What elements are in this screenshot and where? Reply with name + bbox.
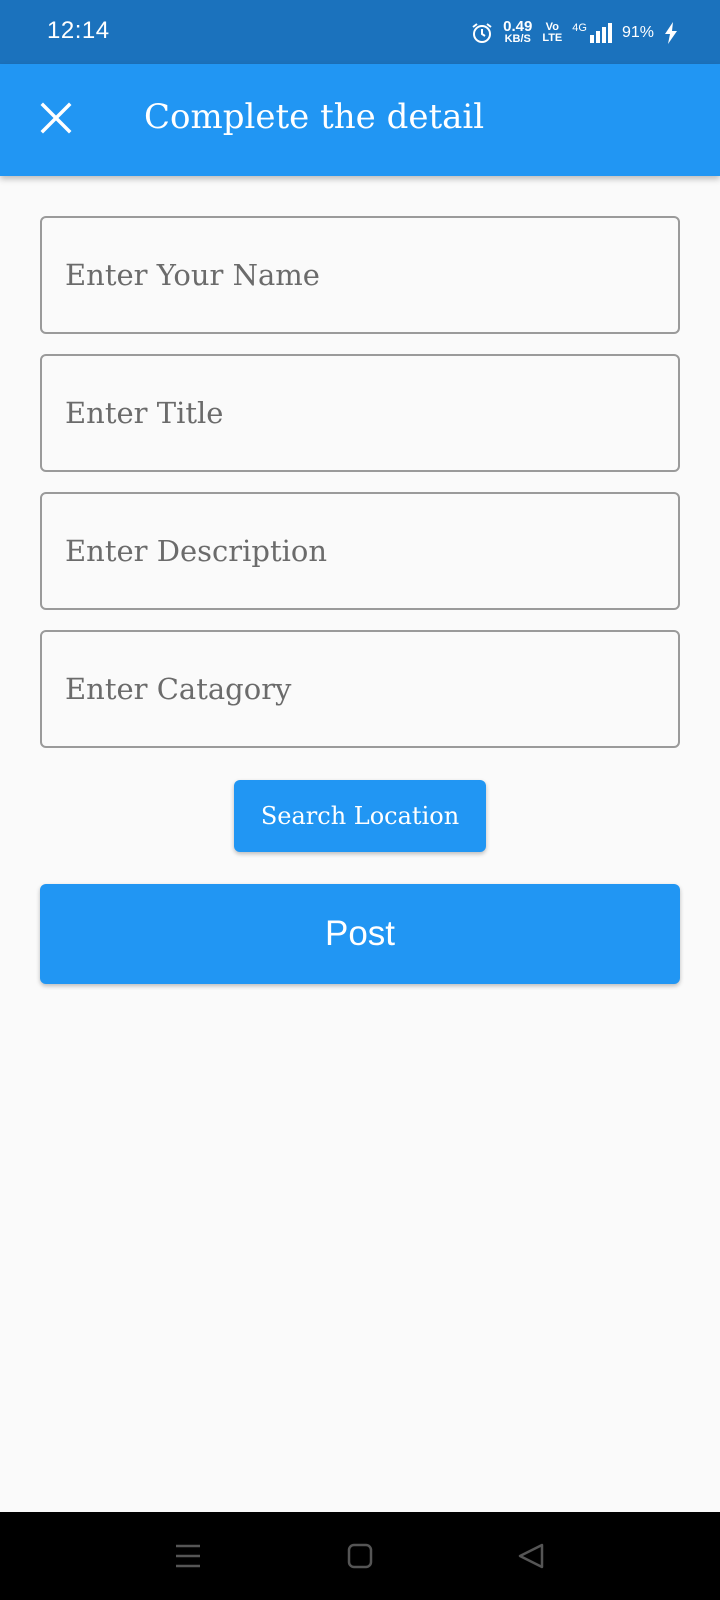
network-type: 4G	[572, 22, 587, 34]
network-speed: 0.49 KB/S	[503, 18, 533, 45]
status-bar: 12:14 0.49 KB/S Vo LTE 4G 91%	[0, 0, 720, 64]
post-button[interactable]: Post	[40, 884, 680, 984]
page-title: Complete the detail	[144, 97, 485, 137]
alarm-icon	[471, 22, 493, 44]
status-icons: 0.49 KB/S Vo LTE 4G 91%	[471, 18, 678, 48]
title-field-container	[40, 354, 680, 472]
name-field-container	[40, 216, 680, 334]
signal-icon	[589, 23, 612, 43]
status-time: 12:14	[47, 17, 110, 44]
volte-indicator: Vo LTE	[542, 22, 562, 44]
close-icon	[40, 102, 72, 139]
category-input[interactable]	[42, 632, 678, 746]
signal-indicator: 4G	[572, 23, 612, 43]
system-nav-bar	[0, 1512, 720, 1600]
home-icon[interactable]	[340, 1536, 380, 1576]
menu-icon[interactable]	[168, 1536, 208, 1576]
network-speed-value: 0.49	[503, 18, 533, 35]
category-field-container	[40, 630, 680, 748]
volte-bottom: LTE	[542, 32, 563, 44]
app-bar: Complete the detail	[0, 64, 720, 176]
name-input[interactable]	[42, 218, 678, 332]
search-location-button[interactable]: Search Location	[234, 780, 486, 852]
charging-icon	[664, 22, 678, 44]
description-input[interactable]	[42, 494, 678, 608]
close-button[interactable]	[32, 96, 80, 144]
title-input[interactable]	[42, 356, 678, 470]
battery-level: 91%	[621, 24, 654, 41]
description-field-container	[40, 492, 680, 610]
network-speed-unit: KB/S	[504, 33, 531, 45]
back-icon[interactable]	[512, 1536, 552, 1576]
